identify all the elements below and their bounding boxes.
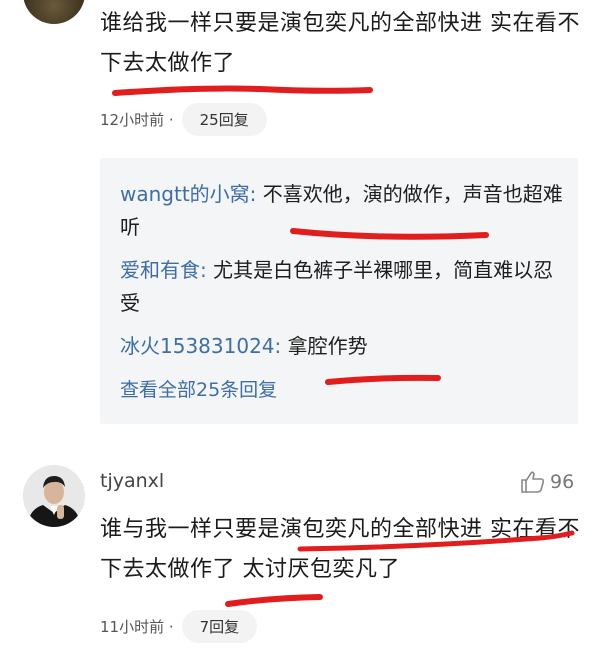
comment-time: 11小时前 · [100,617,174,636]
reply-item[interactable]: wangtt的小窝: 不喜欢他，演的做作，声音也超难听 [120,178,565,244]
comment-meta: 11小时前 · 7回复 [100,609,258,643]
reply-username[interactable]: wangtt的小窝: [120,182,256,206]
reply-username[interactable]: 冰火153831024: [120,334,281,358]
comment-time: 12小时前 · [100,110,174,129]
reply-username[interactable]: 爱和有食: [120,258,207,282]
like-button[interactable]: 96 [520,470,574,494]
comment-text: 谁给我一样只要是演包奕凡的全部快进 实在看不下去太做作了 [100,11,580,76]
avatar[interactable] [23,0,85,24]
view-all-replies-link[interactable]: 查看全部25条回复 [120,374,277,406]
avatar[interactable] [23,465,85,527]
reply-preview-box: wangtt的小窝: 不喜欢他，演的做作，声音也超难听 爱和有食: 尤其是白色裤… [100,158,578,424]
thumbs-up-icon [521,471,545,493]
reply-count-button[interactable]: 7回复 [181,609,258,643]
reply-count-button[interactable]: 25回复 [181,102,267,136]
comment-username[interactable]: tjyanxl [100,470,164,492]
comment-meta: 12小时前 · 25回复 [100,102,267,136]
reply-item[interactable]: 爱和有食: 尤其是白色裤子半裸哪里，简直难以忍受 [120,254,565,320]
reply-text: 拿腔作势 [281,334,368,358]
reply-item[interactable]: 冰火153831024: 拿腔作势 [120,330,565,363]
avatar-image [23,465,85,527]
like-count: 96 [550,471,575,493]
comment-text: 谁与我一样只要是演包奕凡的全部快进 实在看不下去太做作了 太讨厌包奕凡了 [100,517,580,582]
